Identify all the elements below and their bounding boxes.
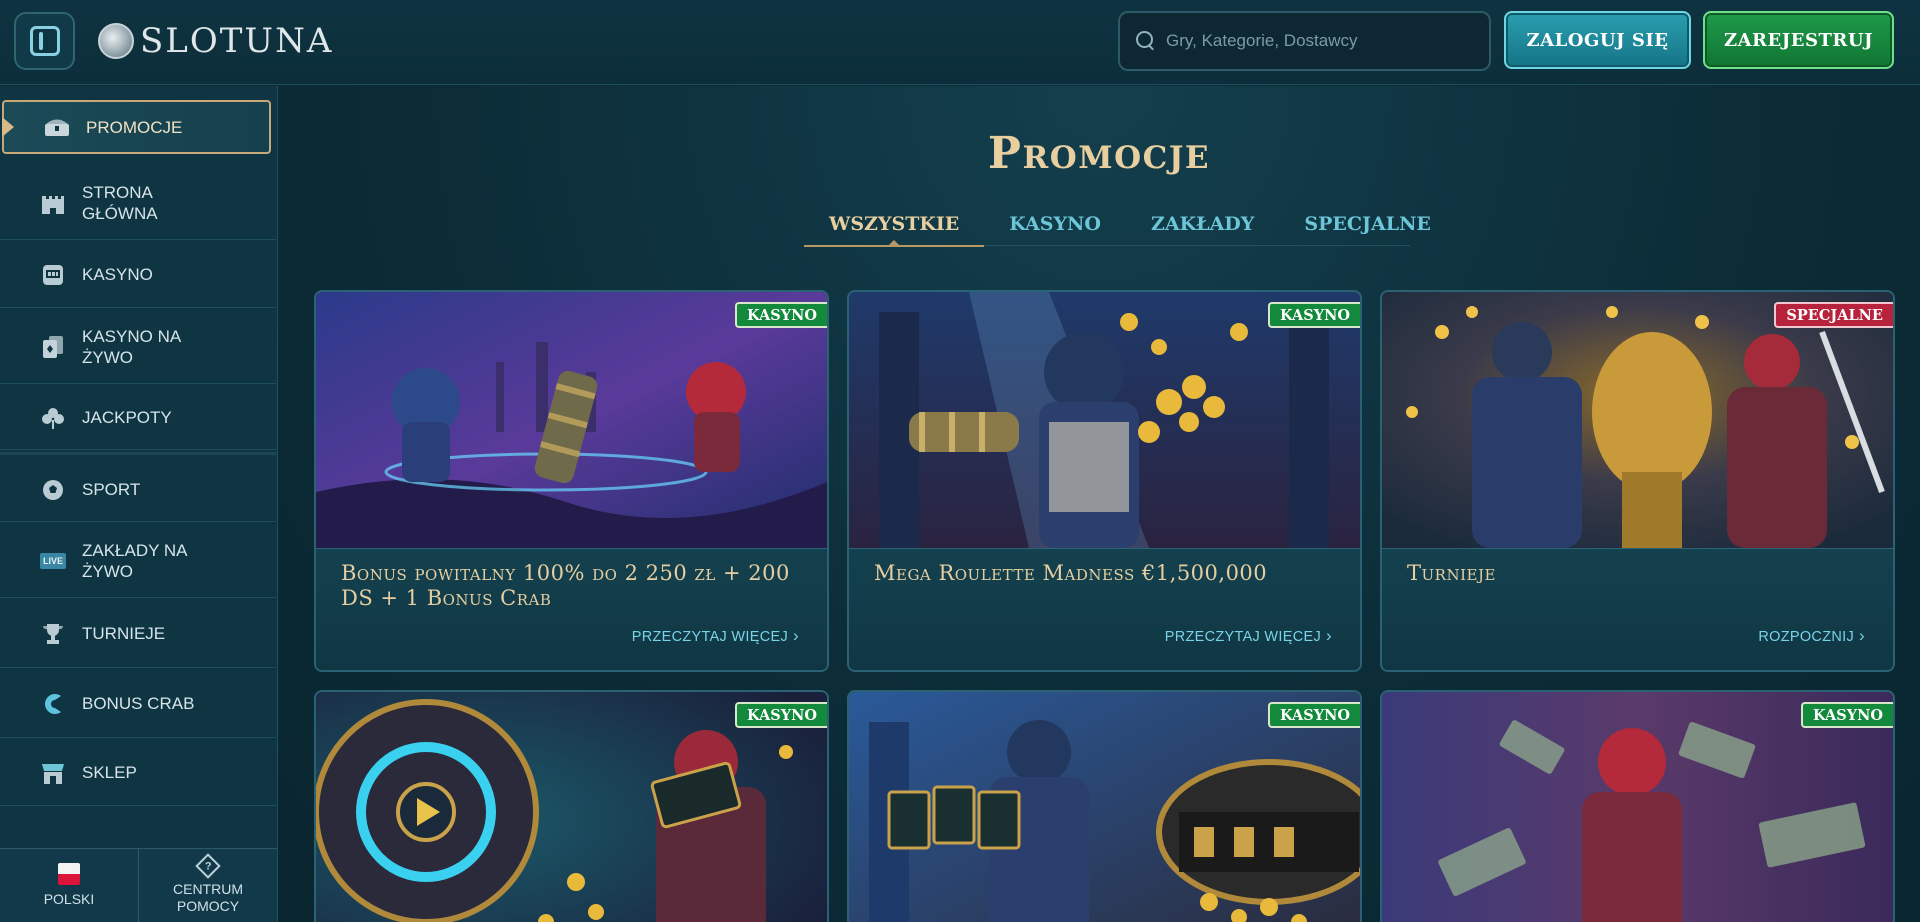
sidebar-item-zaklady-na-zywo[interactable]: LIVE ZAKŁADY NA ŻYWO [0, 524, 276, 598]
tab-specjalne[interactable]: SPECJALNE [1279, 206, 1456, 246]
read-more-link[interactable]: PRZECZYTAJ WIĘCEJ [1165, 626, 1332, 646]
slot-machine-icon [40, 264, 66, 286]
sidebar-toggle-button[interactable] [14, 12, 75, 70]
promo-card[interactable]: KASYNO [847, 690, 1362, 922]
sidebar-item-jackpoty[interactable]: JACKPOTY [0, 386, 276, 450]
promo-card[interactable]: KASYNO [1380, 690, 1895, 922]
category-badge: KASYNO [1268, 702, 1360, 728]
promo-card[interactable]: SPECJALNE Turnieje ROZPOCZNIJ [1380, 290, 1895, 672]
poland-flag-icon [58, 863, 80, 885]
login-button[interactable]: ZALOGUJ SIĘ [1504, 11, 1691, 69]
sidebar-item-kasyno-na-zywo[interactable]: KASYNO NA ŻYWO [0, 310, 276, 384]
main-content: Promocje WSZYSTKIE KASYNO ZAKŁADY SPECJA… [278, 86, 1920, 922]
sidebar-item-label: TURNIEJE [82, 624, 166, 643]
crab-claw-icon [40, 693, 66, 715]
category-badge: KASYNO [1801, 702, 1893, 728]
language-selector[interactable]: POLSKI [0, 849, 139, 922]
sidebar-toggle-icon [29, 26, 60, 56]
sidebar-item-label: ZAKŁADY NA ŻYWO [82, 540, 187, 581]
help-center-link[interactable]: ? CENTRUM POMOCY [139, 849, 277, 922]
sidebar-item-sklep[interactable]: SKLEP [0, 740, 276, 806]
promo-card[interactable]: KASYNO Bonus powitalny 100% do 2 250 zł … [314, 290, 829, 672]
help-label: CENTRUM POMOCY [173, 880, 243, 914]
promo-card-body: Mega Roulette Madness €1,500,000 PRZECZY… [849, 548, 1360, 670]
promo-card-body: Turnieje ROZPOCZNIJ [1382, 548, 1893, 670]
start-link[interactable]: ROZPOCZNIJ [1758, 626, 1865, 646]
page-title: Promocje [987, 128, 1211, 179]
castle-icon [40, 192, 66, 214]
search-icon [1136, 31, 1156, 51]
sidebar-item-turnieje[interactable]: TURNIEJE [0, 600, 276, 668]
logo-text: SLOTUNA [140, 21, 334, 61]
sidebar-item-kasyno[interactable]: KASYNO [0, 242, 276, 308]
category-badge: KASYNO [1268, 302, 1360, 328]
sidebar-item-sport[interactable]: SPORT [0, 458, 276, 522]
sidebar-item-label: JACKPOTY [82, 408, 172, 427]
football-icon [40, 479, 66, 501]
trophy-icon [40, 623, 66, 645]
register-button[interactable]: ZAREJESTRUJ [1703, 11, 1894, 69]
sidebar: PROMOCJE STRONA GŁÓWNA KASYNO KASYNO NA … [0, 86, 278, 922]
sidebar-item-label: BONUS CRAB [82, 694, 195, 713]
category-badge: KASYNO [735, 302, 827, 328]
site-logo[interactable]: SLOTUNA [98, 16, 333, 66]
help-icon: ? [195, 852, 221, 879]
promo-card[interactable]: KASYNO Mega Roulette Madness €1,500,000 … [847, 290, 1362, 672]
tab-kasyno[interactable]: KASYNO [984, 206, 1126, 246]
promo-card-body: Bonus powitalny 100% do 2 250 zł + 200 D… [316, 548, 827, 670]
sidebar-item-strona-glowna[interactable]: STRONA GŁÓWNA [0, 166, 276, 240]
promo-tabs: WSZYSTKIE KASYNO ZAKŁADY SPECJALNE [804, 206, 1431, 247]
sidebar-item-bonus-crab[interactable]: BONUS CRAB [0, 670, 276, 738]
sidebar-item-promocje[interactable]: PROMOCJE [2, 100, 271, 154]
sidebar-footer: POLSKI ? CENTRUM POMOCY [0, 848, 277, 922]
promo-card-image [1382, 292, 1893, 548]
cards-icon [40, 335, 66, 358]
sidebar-item-label: KASYNO [82, 265, 153, 284]
search-input[interactable] [1166, 31, 1466, 51]
promo-card-image [316, 292, 827, 548]
language-label: POLSKI [43, 891, 95, 907]
clover-icon [40, 407, 66, 429]
sidebar-item-label: SPORT [82, 480, 141, 499]
promo-card-title: Mega Roulette Madness €1,500,000 [874, 561, 1268, 585]
sidebar-item-label: KASYNO NA ŻYWO [82, 326, 181, 367]
promo-card-title: Turnieje [1407, 561, 1496, 585]
sidebar-divider [0, 452, 276, 455]
top-header: SLOTUNA ZALOGUJ SIĘ ZAREJESTRUJ [0, 0, 1920, 85]
logo-emblem-icon [98, 23, 134, 59]
live-icon: LIVE [40, 550, 67, 572]
tab-zaklady[interactable]: ZAKŁADY [1126, 206, 1279, 246]
sidebar-item-label: PROMOCJE [86, 117, 183, 137]
promo-card[interactable]: KASYNO [314, 690, 829, 922]
promo-card-image [849, 292, 1360, 548]
category-badge: KASYNO [735, 702, 827, 728]
sidebar-item-label: SKLEP [82, 763, 137, 782]
search-box[interactable] [1118, 11, 1491, 71]
tab-wszystkie[interactable]: WSZYSTKIE [804, 206, 985, 247]
treasure-chest-icon [44, 116, 70, 138]
promo-card-title: Bonus powitalny 100% do 2 250 zł + 200 D… [341, 561, 790, 610]
live-icon-text: LIVE [40, 552, 67, 569]
category-badge: SPECJALNE [1774, 302, 1893, 328]
shop-icon [40, 762, 66, 784]
read-more-link[interactable]: PRZECZYTAJ WIĘCEJ [632, 626, 799, 646]
sidebar-item-label: STRONA GŁÓWNA [82, 182, 158, 223]
